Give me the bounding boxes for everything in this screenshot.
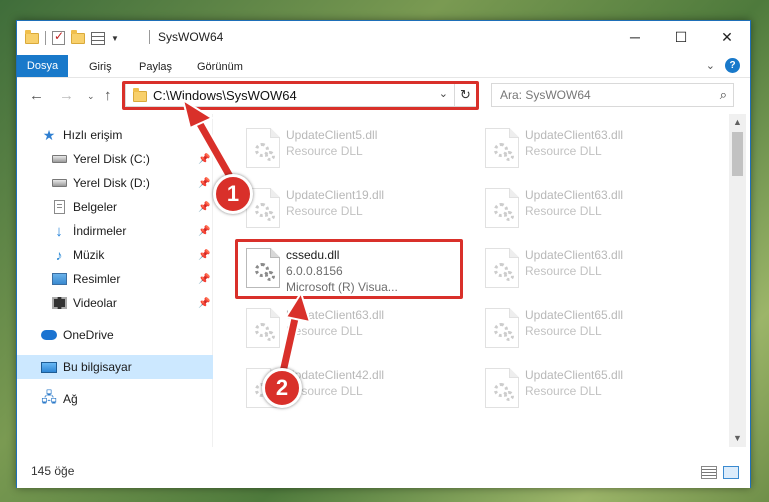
arrow-to-address — [181, 97, 238, 186]
step-badge-1: 1 — [213, 174, 253, 214]
annotation-arrows — [181, 97, 312, 378]
step-badge-2: 2 — [262, 368, 302, 408]
arrow-to-file — [277, 290, 312, 378]
